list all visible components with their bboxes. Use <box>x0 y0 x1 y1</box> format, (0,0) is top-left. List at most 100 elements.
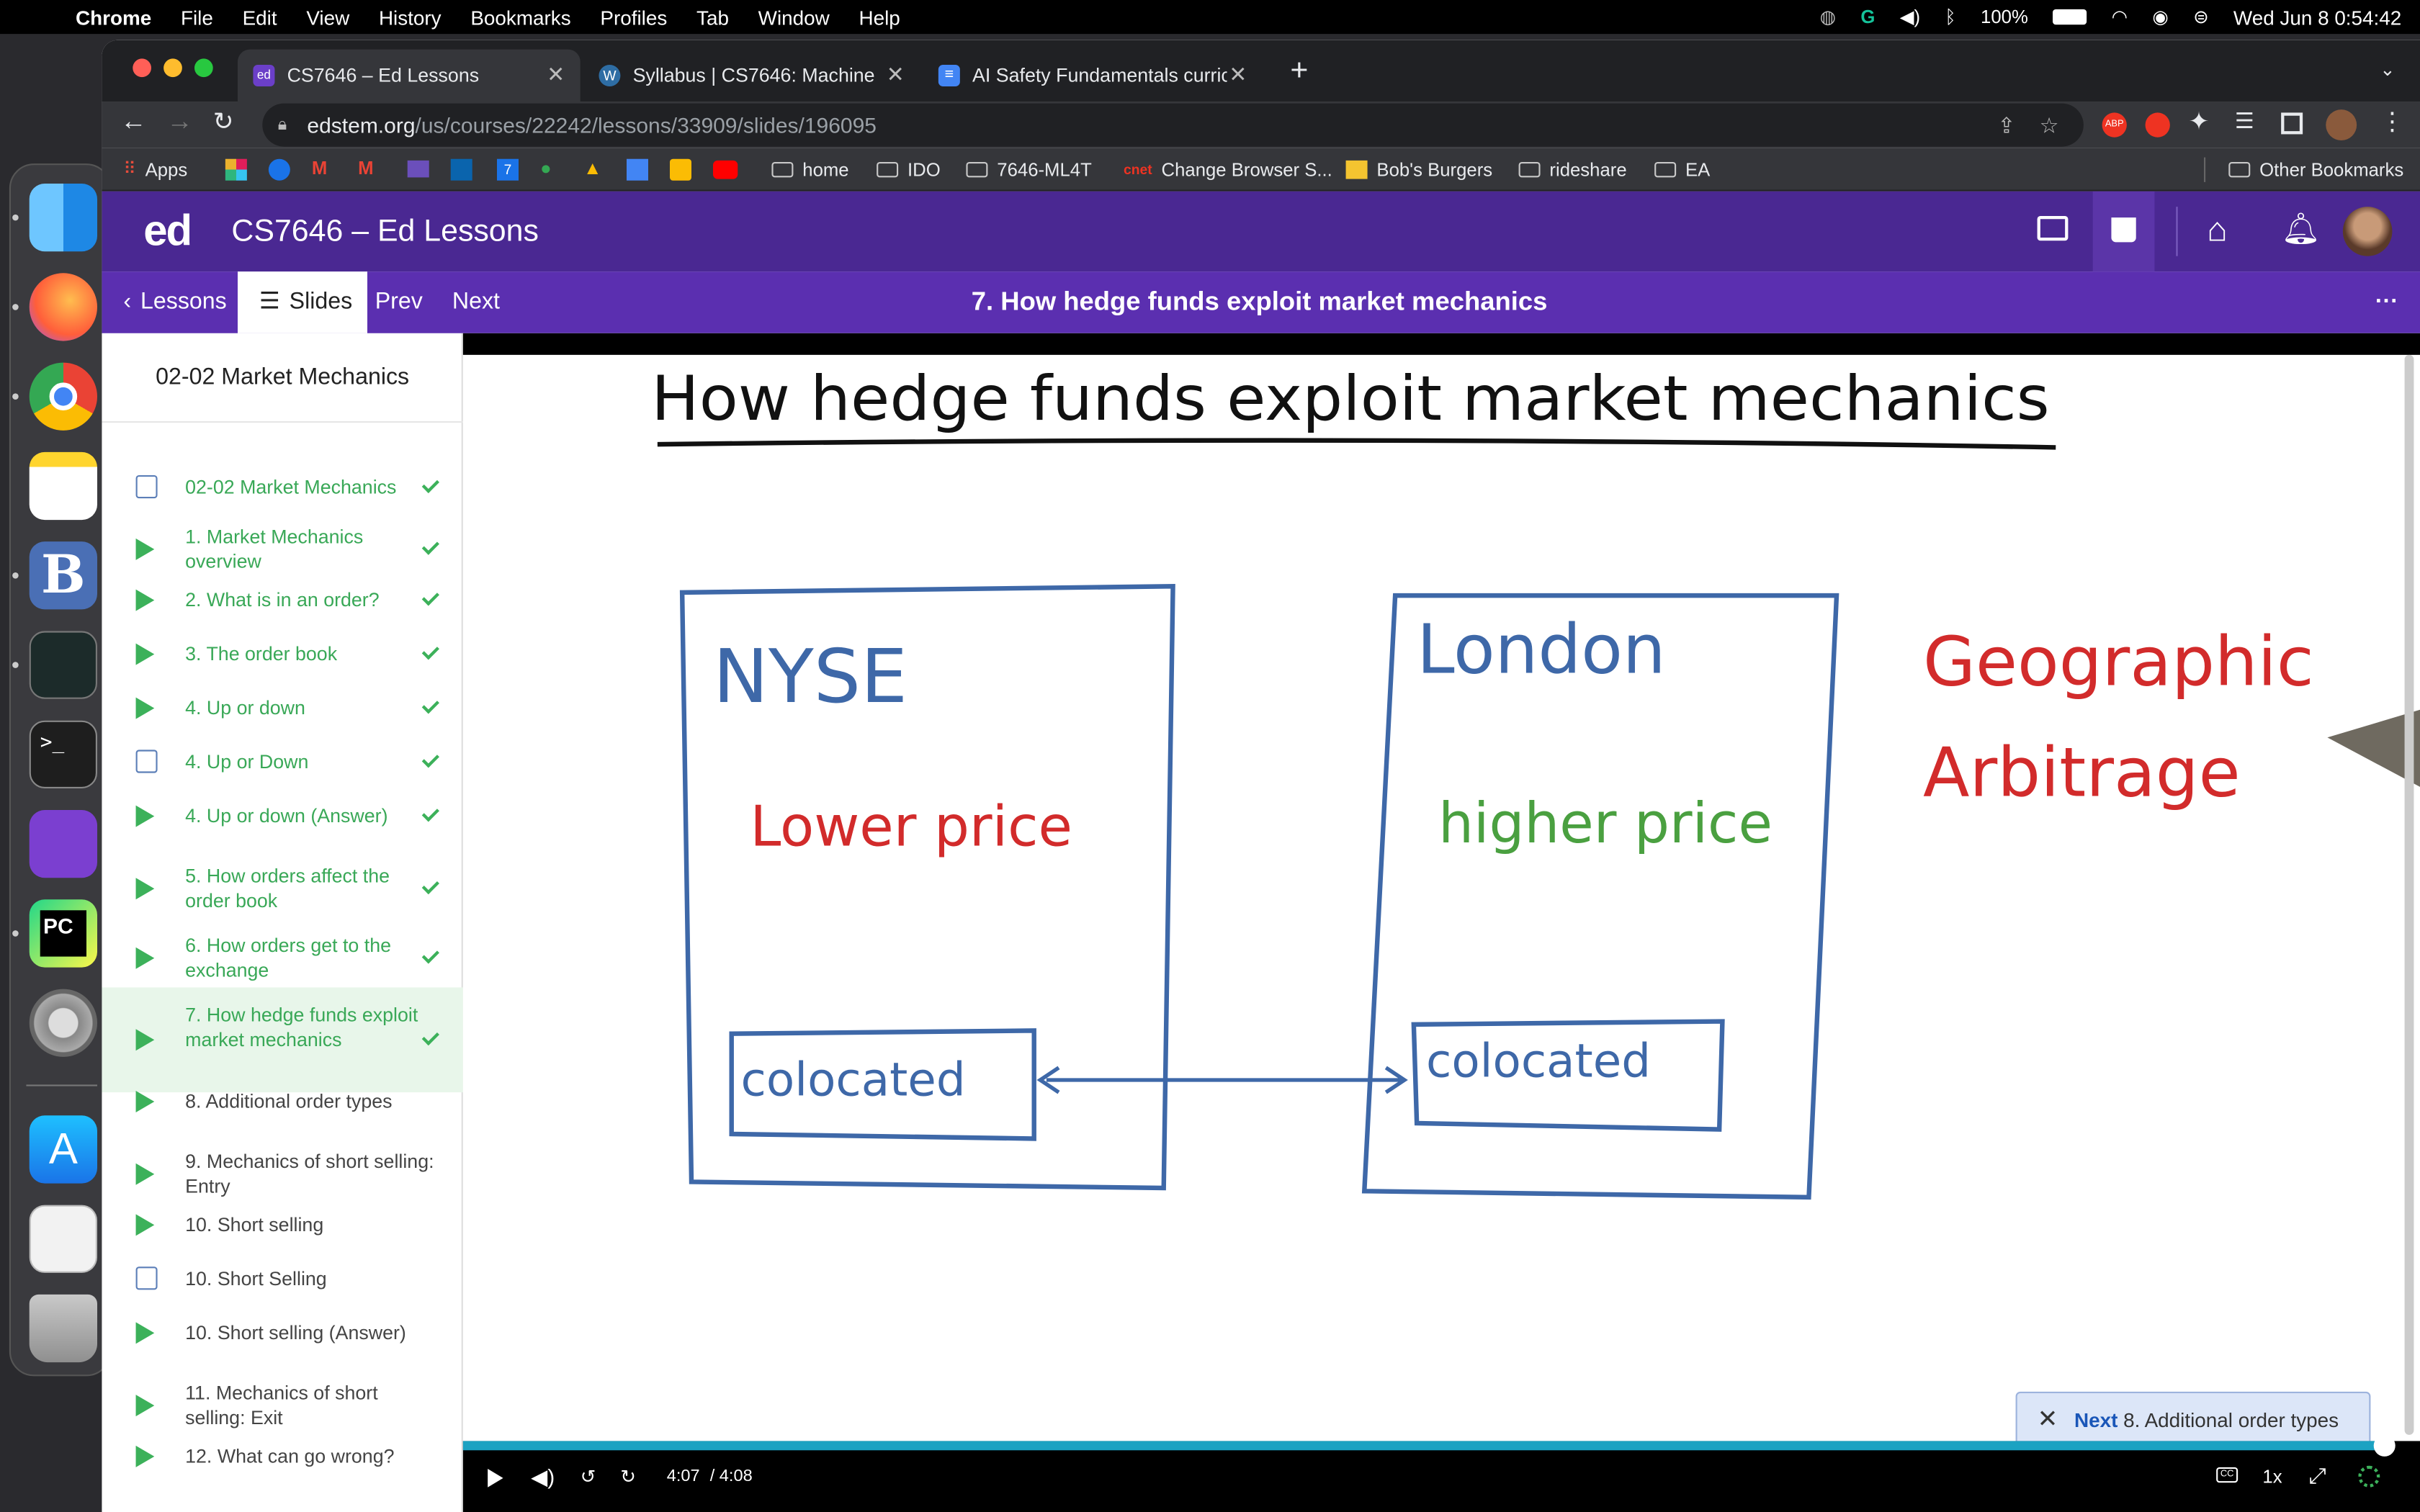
finder-icon[interactable] <box>29 183 98 252</box>
ed-logo[interactable]: ed <box>143 207 192 256</box>
maps-icon[interactable]: ● <box>540 158 552 179</box>
bbedit-icon[interactable]: B <box>29 541 98 610</box>
volume-icon[interactable]: ◀) <box>1900 6 1920 28</box>
fullscreen-icon[interactable]: ⤢ <box>2309 1462 2326 1488</box>
share-icon[interactable]: ⇪ <box>1997 104 2015 147</box>
github-desktop-icon[interactable] <box>29 810 98 878</box>
activity-monitor-icon[interactable] <box>29 631 98 699</box>
back-icon[interactable]: ← <box>120 107 146 138</box>
menu-file[interactable]: File <box>181 6 213 29</box>
captions-icon[interactable]: CC <box>2216 1467 2238 1483</box>
extension-red-icon[interactable] <box>2145 112 2170 138</box>
more-options-icon[interactable]: ··· <box>2375 271 2398 333</box>
next-button[interactable]: Next <box>452 271 500 333</box>
menu-app-name[interactable]: Chrome <box>76 6 151 29</box>
system-preferences-icon[interactable] <box>29 989 98 1057</box>
minimize-window-button[interactable] <box>163 58 182 78</box>
slide-list-item[interactable]: 10. Short Selling <box>102 1266 462 1291</box>
close-window-button[interactable] <box>133 58 151 78</box>
new-tab-icon[interactable]: + <box>1290 54 1308 89</box>
playback-speed[interactable]: 1x <box>2262 1466 2282 1488</box>
other-bookmarks[interactable]: Other Bookmarks <box>2228 148 2403 192</box>
back-to-lessons-button[interactable]: ‹ Lessons <box>123 271 226 333</box>
slide-list-item[interactable]: 9. Mechanics of short selling: Entry <box>102 1149 462 1199</box>
firefox-icon[interactable] <box>29 273 98 341</box>
slide-list-item[interactable]: 8. Additional order types <box>102 1089 462 1114</box>
keep-icon[interactable] <box>670 158 691 181</box>
discussion-icon[interactable] <box>2037 216 2069 241</box>
slide-list-item[interactable]: 3. The order book <box>102 642 462 666</box>
gmail-icon[interactable]: M <box>358 158 373 179</box>
close-tab-icon[interactable]: ✕ <box>547 62 565 88</box>
account-icon[interactable] <box>268 158 290 181</box>
menu-window[interactable]: Window <box>758 6 830 29</box>
menu-profiles[interactable]: Profiles <box>600 6 667 29</box>
control-center-icon[interactable]: ⊜ <box>2193 6 2209 28</box>
extensions-puzzle-icon[interactable]: ✦ <box>2189 107 2210 138</box>
bookmark-ido[interactable]: IDO <box>877 148 941 192</box>
notes-icon[interactable] <box>29 451 98 521</box>
slide-list-item[interactable]: 4. Up or down <box>102 696 462 720</box>
slide-list-item[interactable]: 10. Short selling <box>102 1212 462 1237</box>
scrollbar[interactable] <box>2404 354 2414 1435</box>
outlook-icon[interactable] <box>450 158 472 181</box>
bookmark-apps[interactable]: ⠿ Apps <box>123 148 187 192</box>
slide-list-item[interactable]: 1. Market Mechanics overview <box>102 525 462 575</box>
gmail-icon[interactable]: M <box>312 158 327 179</box>
zoom-window-button[interactable] <box>194 58 213 78</box>
slide-list-item[interactable]: 12. What can go wrong? <box>102 1444 462 1469</box>
bookmark-rideshare[interactable]: rideshare <box>1518 148 1627 192</box>
progress-knob[interactable] <box>2373 1434 2396 1457</box>
slide-list-item[interactable]: 11. Mechanics of short selling: Exit <box>102 1381 462 1431</box>
forward-icon[interactable]: ↻ <box>620 1466 636 1488</box>
profile-avatar[interactable] <box>2326 109 2357 140</box>
bluetooth-icon[interactable]: ᛒ <box>1945 6 1955 28</box>
clock[interactable]: Wed Jun 8 0:54:42 <box>2233 6 2401 29</box>
side-panel-icon[interactable] <box>2281 112 2303 135</box>
vpn-globe-icon[interactable]: ◍ <box>1820 6 1836 28</box>
pycharm-icon[interactable]: PC <box>29 899 98 968</box>
course-title[interactable]: CS7646 – Ed Lessons <box>231 215 538 250</box>
notifications-bell-icon[interactable]: 🔔︎ <box>2281 210 2320 248</box>
calendar-icon[interactable]: 7 <box>497 158 519 181</box>
chrome-icon[interactable] <box>29 362 98 431</box>
bookmark-star-icon[interactable]: ☆ <box>2040 104 2059 147</box>
bookmark-home[interactable]: home <box>771 148 849 192</box>
home-icon[interactable]: ⌂ <box>2207 210 2227 250</box>
volume-icon[interactable]: ◀) <box>531 1464 555 1490</box>
tab-ai-safety[interactable]: ≡ AI Safety Fundamentals curricu ✕ <box>923 50 1262 102</box>
tab-syllabus[interactable]: W Syllabus | CS7646: Machine Le ✕ <box>583 50 920 102</box>
pdf-document-icon[interactable] <box>29 1205 98 1273</box>
app-store-icon[interactable]: A <box>29 1115 98 1184</box>
lock-icon[interactable]: 🔒︎ <box>278 104 287 147</box>
user-avatar[interactable] <box>2342 207 2393 256</box>
tab-search-chevron-down-icon[interactable]: ⌄ <box>2380 58 2396 80</box>
reading-list-icon[interactable]: ☰ <box>2235 108 2254 134</box>
menu-bookmarks[interactable]: Bookmarks <box>470 6 570 29</box>
chrome-menu-icon[interactable]: ⋮ <box>2380 107 2404 138</box>
video-player[interactable]: How hedge funds exploit market mechanics… <box>462 333 2420 1512</box>
youtube-icon[interactable] <box>712 160 738 179</box>
rewind-icon[interactable]: ↺ <box>581 1466 596 1488</box>
bookmark-ea[interactable]: EA <box>1654 148 1710 192</box>
battery-icon[interactable] <box>2053 9 2087 25</box>
terminal-icon[interactable]: >_ <box>29 720 98 788</box>
grammarly-icon[interactable]: G <box>1860 6 1875 28</box>
menu-view[interactable]: View <box>306 6 349 29</box>
slide-list-item[interactable]: 7. How hedge funds exploit market mechan… <box>102 987 463 1093</box>
menu-history[interactable]: History <box>379 6 442 29</box>
menu-help[interactable]: Help <box>859 6 900 29</box>
address-bar[interactable]: 🔒︎ edstem.org/us/courses/22242/lessons/3… <box>262 103 2084 147</box>
bookmark-7646[interactable]: 7646-ML4T <box>966 148 1092 192</box>
slide-list-item[interactable]: 10. Short selling (Answer) <box>102 1320 462 1345</box>
slide-list-item[interactable]: 4. Up or down (Answer) <box>102 804 462 828</box>
forward-icon[interactable]: → <box>166 107 192 138</box>
lessons-nav-button[interactable] <box>2092 191 2155 272</box>
slide-list-item[interactable]: 6. How orders get to the exchange <box>102 933 462 983</box>
user-icon[interactable]: ◉ <box>2152 6 2168 28</box>
slack-icon[interactable] <box>225 158 247 181</box>
slide-list-item[interactable]: 02-02 Market Mechanics <box>102 475 462 500</box>
bookmark-change-browser[interactable]: cnet Change Browser S... <box>1124 148 1332 192</box>
slides-toggle-button[interactable]: ☰ Slides <box>238 271 368 333</box>
close-tab-icon[interactable]: ✕ <box>1229 62 1247 88</box>
